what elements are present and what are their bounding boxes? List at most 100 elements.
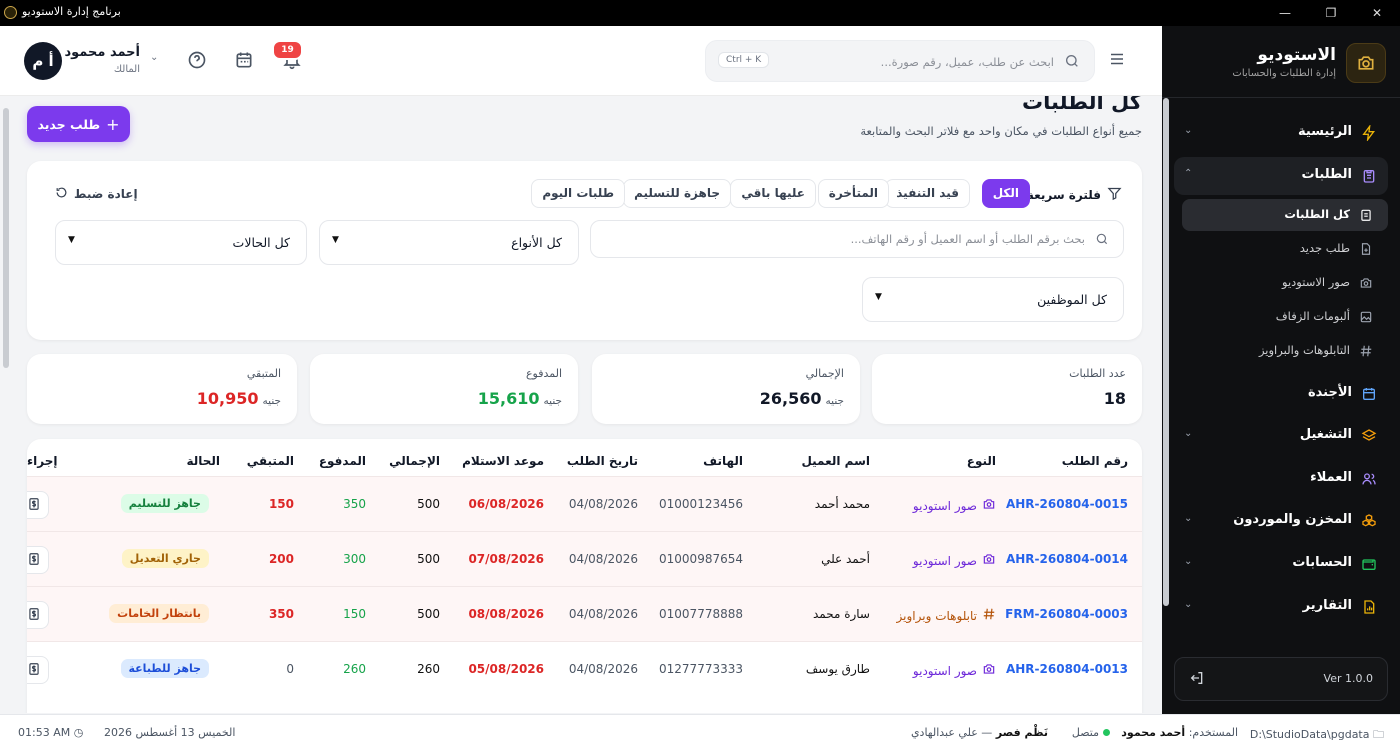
table-row[interactable]: AHR-260804-0014 صور استوديو أحمد علي 010… bbox=[27, 531, 1142, 586]
order-type: صور استوديو bbox=[913, 552, 996, 569]
table-row[interactable]: AHR-260804-0013 صور استوديو طارق يوسف 01… bbox=[27, 641, 1142, 696]
data-path: D:\StudioData\pgdata 🗀 bbox=[1250, 726, 1384, 745]
nav-clients[interactable]: العملاء bbox=[1174, 460, 1388, 498]
order-date: 04/08/2026 bbox=[568, 607, 638, 621]
orders-search-field[interactable]: بحث برقم الطلب أو اسم العميل أو رقم الها… bbox=[590, 220, 1124, 258]
global-search[interactable]: Ctrl + K bbox=[705, 40, 1095, 82]
payment-action-button[interactable] bbox=[27, 546, 49, 574]
payment-action-button[interactable] bbox=[27, 491, 49, 519]
dollar-icon bbox=[27, 607, 41, 624]
connection-text: متصل bbox=[1071, 726, 1099, 739]
table-row[interactable]: AHR-260804-0015 صور استوديو محمد أحمد 01… bbox=[27, 476, 1142, 531]
status-select[interactable]: كل الحالات ▼ bbox=[55, 220, 307, 265]
stat-total: الإجمالي جنيه26,560 bbox=[592, 354, 860, 424]
filter-icon bbox=[1107, 186, 1122, 204]
avatar: أ م bbox=[24, 42, 62, 80]
total: 500 bbox=[417, 552, 440, 566]
order-id[interactable]: AHR-260804-0015 bbox=[1006, 497, 1128, 511]
subnav-frames[interactable]: التابلوهات والبراويز bbox=[1182, 335, 1388, 367]
quick-filter-text: فلترة سريعة bbox=[1026, 188, 1101, 202]
paid: 260 bbox=[343, 662, 366, 676]
nav-operations[interactable]: التشغيل ⌄ bbox=[1174, 417, 1388, 455]
nav-accounts-label: الحسابات bbox=[1292, 555, 1352, 570]
order-id[interactable]: AHR-260804-0014 bbox=[1006, 552, 1128, 566]
order-type: تابلوهات وبراويز bbox=[897, 607, 996, 624]
nav-reports[interactable]: التقارير ⌄ bbox=[1174, 588, 1388, 626]
scrollbar[interactable] bbox=[3, 108, 9, 368]
reset-icon bbox=[55, 186, 68, 202]
logout-icon[interactable] bbox=[1189, 670, 1205, 689]
users-icon bbox=[1360, 470, 1378, 488]
stat-total-label: الإجمالي bbox=[805, 367, 844, 380]
page-subtitle: جميع أنواع الطلبات في مكان واحد مع فلاتر… bbox=[860, 124, 1142, 138]
new-order-label: طلب جديد bbox=[37, 116, 101, 132]
nav-orders[interactable]: الطلبات ⌃ bbox=[1174, 157, 1388, 195]
client-name: محمد أحمد bbox=[814, 497, 870, 511]
version-text: Ver 1.0.0 bbox=[1323, 672, 1373, 685]
table-row[interactable]: FRM-260804-0003 تابلوهات وبراويز سارة مح… bbox=[27, 586, 1142, 641]
stat-paid-label: المدفوع bbox=[525, 367, 562, 380]
nav-home[interactable]: الرئيسية ⌄ bbox=[1174, 114, 1388, 152]
type-select[interactable]: كل الأنواع ▼ bbox=[319, 220, 579, 265]
stat-remaining-label: المتبقي bbox=[246, 367, 281, 380]
user-menu[interactable]: أ م أحمد محمود المالك ⌄ bbox=[24, 42, 184, 82]
stat-paid-value: 15,610 bbox=[477, 389, 540, 408]
image-icon bbox=[1358, 309, 1374, 325]
minimize-button[interactable]: — bbox=[1262, 0, 1308, 26]
chip-all[interactable]: الكل bbox=[981, 179, 1030, 208]
reset-label: إعادة ضبط bbox=[74, 187, 138, 201]
payment-action-button[interactable] bbox=[27, 601, 49, 629]
close-button[interactable]: ✕ bbox=[1354, 0, 1400, 26]
maximize-button[interactable]: ❐ bbox=[1308, 0, 1354, 26]
col-header: النوع bbox=[966, 454, 996, 468]
user-name: أحمد محمود bbox=[64, 45, 140, 60]
status-badge: جاهز للتسليم bbox=[120, 494, 209, 513]
order-type-label: تابلوهات وبراويز bbox=[896, 608, 977, 623]
nav-inventory[interactable]: المخزن والموردون ⌄ bbox=[1174, 502, 1388, 540]
calendar-icon[interactable] bbox=[234, 50, 256, 72]
nav-accounts[interactable]: الحسابات ⌄ bbox=[1174, 545, 1388, 583]
chip-ready[interactable]: جاهزة للتسليم bbox=[623, 179, 731, 208]
reset-button[interactable]: إعادة ضبط bbox=[55, 186, 138, 202]
topbar: Ctrl + K 19 أ م أحمد محمود المالك ⌄ bbox=[0, 26, 1162, 96]
help-icon[interactable] bbox=[187, 50, 209, 72]
col-header: اسم العميل bbox=[801, 454, 870, 468]
chip-in-progress[interactable]: قيد التنفيذ bbox=[885, 179, 970, 208]
order-id[interactable]: AHR-260804-0013 bbox=[1006, 662, 1128, 676]
user-role: المالك bbox=[113, 64, 140, 75]
connection-status: متصل bbox=[1072, 726, 1110, 739]
subnav-studio-photos[interactable]: صور الاستوديو bbox=[1182, 267, 1388, 299]
wallet-icon bbox=[1360, 555, 1378, 573]
scrollbar[interactable] bbox=[1163, 98, 1169, 606]
total: 260 bbox=[417, 662, 440, 676]
status-select-value: كل الحالات bbox=[232, 235, 290, 250]
page-title: كل الطلبات bbox=[1022, 96, 1142, 114]
col-header: تاريخ الطلب bbox=[566, 454, 638, 468]
col-header: الإجمالي bbox=[389, 454, 440, 468]
menu-icon[interactable] bbox=[1108, 50, 1128, 70]
file-plus-icon bbox=[1358, 241, 1374, 257]
new-order-button[interactable]: + طلب جديد bbox=[27, 106, 130, 142]
dollar-icon bbox=[27, 497, 41, 514]
payment-action-button[interactable] bbox=[27, 656, 49, 684]
total: 500 bbox=[417, 497, 440, 511]
chip-late[interactable]: المتأخرة bbox=[817, 179, 889, 208]
stat-total-value-wrap: جنيه26,560 bbox=[760, 389, 844, 408]
chevron-down-icon: ▼ bbox=[332, 235, 339, 245]
chevron-down-icon: ⌄ bbox=[150, 52, 159, 63]
subnav-new-order[interactable]: طلب جديد bbox=[1182, 233, 1388, 265]
employee-select[interactable]: كل الموظفين ▼ bbox=[862, 277, 1124, 322]
quick-filter-label: فلترة سريعة bbox=[1027, 186, 1122, 204]
global-search-input[interactable] bbox=[804, 52, 1054, 72]
subnav-all-orders[interactable]: كل الطلبات bbox=[1182, 199, 1388, 231]
chip-remaining[interactable]: عليها باقي bbox=[730, 179, 816, 208]
client-name: سارة محمد bbox=[812, 607, 870, 621]
subnav-wedding-albums[interactable]: ألبومات الزفاف bbox=[1182, 301, 1388, 333]
stat-total-value: 26,560 bbox=[759, 389, 822, 408]
filter-card: فلترة سريعة الكل قيد التنفيذ المتأخرة عل… bbox=[27, 161, 1142, 340]
chip-today[interactable]: طلبات اليوم bbox=[531, 179, 625, 208]
col-header: الحالة bbox=[186, 454, 220, 468]
order-id[interactable]: FRM-260804-0003 bbox=[1005, 607, 1128, 621]
stat-paid-value-wrap: جنيه15,610 bbox=[478, 389, 562, 408]
nav-agenda[interactable]: الأجندة bbox=[1174, 375, 1388, 413]
